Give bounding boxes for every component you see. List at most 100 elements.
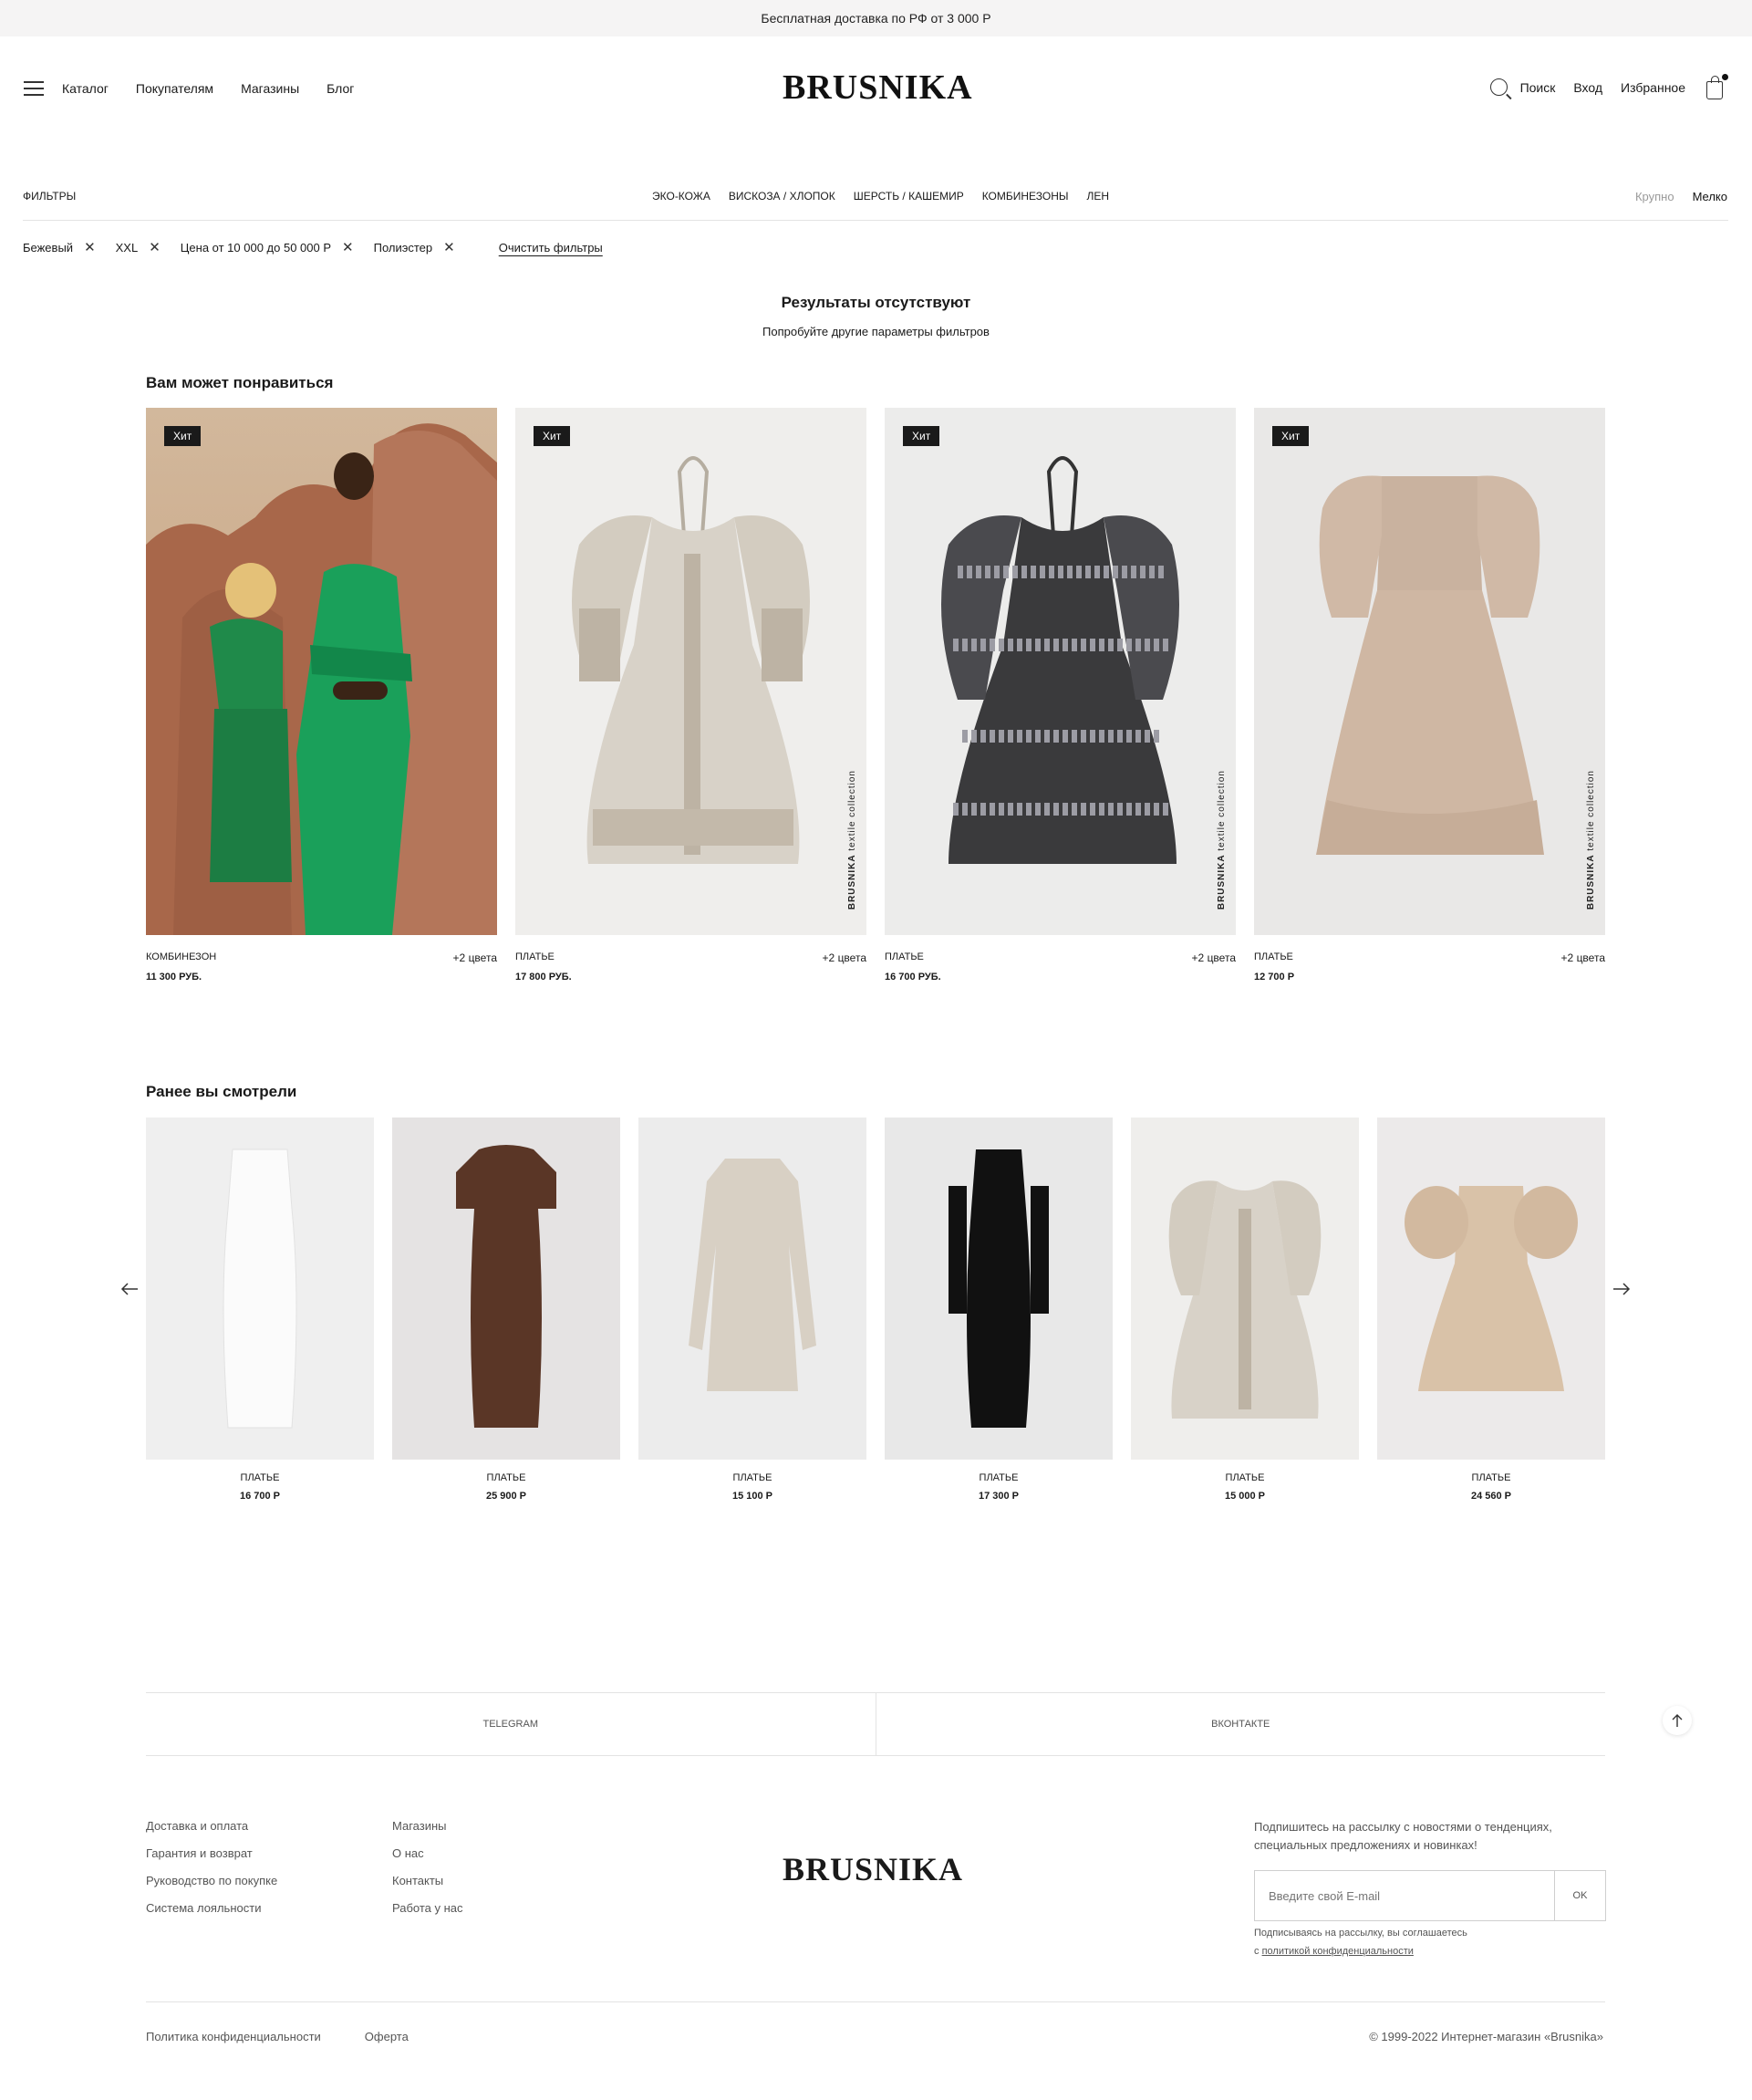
footer-link[interactable]: О нас	[392, 1846, 463, 1860]
brand-mark-name: BRUSNIKA	[1217, 854, 1227, 910]
nav-catalog[interactable]: Каталог	[62, 81, 109, 96]
product-price: 24 560 Р	[1470, 1491, 1512, 1502]
product-type: КОМБИНЕЗОН	[146, 951, 217, 962]
category-jumpsuits[interactable]: КОМБИНЕЗОНЫ	[982, 190, 1069, 203]
category-linen[interactable]: ЛЕН	[1087, 190, 1110, 203]
category-eco-leather[interactable]: ЭКО-КОЖА	[652, 190, 710, 203]
category-viscose-cotton[interactable]: ВИСКОЗА / ХЛОПОК	[729, 190, 835, 203]
product-colors[interactable]: +2 цвета	[823, 951, 866, 964]
carousel-next-button[interactable]	[1611, 1278, 1633, 1300]
telegram-link[interactable]: TELEGRAM	[146, 1693, 876, 1755]
product-price: 16 700 РУБ.	[885, 972, 941, 982]
dress-illustration	[1405, 1186, 1578, 1391]
product-card[interactable]: Хит BRUSNIKA textile collection ПЛАТЬЕ +…	[515, 408, 866, 982]
carousel-prev-button[interactable]	[119, 1278, 140, 1300]
close-icon[interactable]: ✕	[342, 239, 354, 255]
product-image[interactable]	[392, 1118, 620, 1460]
product-type: ПЛАТЬЕ	[1471, 1472, 1511, 1483]
footer-link[interactable]: Контакты	[392, 1874, 463, 1887]
menu-icon[interactable]	[24, 81, 44, 96]
viewed-product-card[interactable]: ПЛАТЬЕ 24 560 Р	[1377, 1118, 1605, 1502]
subscribe-button[interactable]: OK	[1554, 1871, 1605, 1920]
vk-link[interactable]: ВКОНТАКТЕ	[876, 1693, 1606, 1755]
footer-link[interactable]: Работа у нас	[392, 1901, 463, 1915]
footer-logo[interactable]: BRUSNIKA	[783, 1850, 963, 1888]
viewed-product-card[interactable]: ПЛАТЬЕ 15 000 Р	[1131, 1118, 1359, 1502]
product-card[interactable]: Хит BRUSNIKA textile collection ПЛАТЬЕ +…	[885, 408, 1236, 982]
product-price: 12 700 Р	[1254, 972, 1295, 982]
product-type: ПЛАТЬЕ	[1225, 1472, 1265, 1483]
product-colors[interactable]: +2 цвета	[1561, 951, 1605, 964]
scroll-top-button[interactable]	[1663, 1706, 1692, 1735]
product-colors[interactable]: +2 цвета	[1192, 951, 1236, 964]
filter-chip-label: Цена от 10 000 до 50 000 Р	[180, 240, 332, 255]
nav-stores[interactable]: Магазины	[241, 81, 299, 96]
product-image[interactable]	[1377, 1118, 1605, 1460]
consent-link-line: с политикой конфиденциальности	[1254, 1943, 1467, 1961]
product-colors[interactable]: +2 цвета	[453, 951, 497, 964]
consent-note: Подписываясь на рассылку, вы соглашаетес…	[1254, 1925, 1467, 1961]
product-type: ПЛАТЬЕ	[979, 1472, 1019, 1483]
product-price: 15 100 Р	[731, 1491, 773, 1502]
viewed-product-card[interactable]: ПЛАТЬЕ 16 700 Р	[146, 1118, 374, 1502]
filter-chip[interactable]: Бежевый ✕	[23, 239, 96, 255]
product-card[interactable]: Хит КОМБИНЕЗОН +2 цвета 11 300 РУБ.	[146, 408, 497, 982]
logo[interactable]: BRUSNIKA	[783, 68, 973, 108]
privacy-policy-link[interactable]: политикой конфиденциальности	[1262, 1946, 1414, 1957]
promo-text: Бесплатная доставка по РФ от 3 000 Р	[761, 11, 991, 26]
view-small[interactable]: Мелко	[1693, 190, 1727, 203]
product-image[interactable]	[638, 1118, 866, 1460]
filter-chip[interactable]: Полиэстер ✕	[374, 239, 455, 255]
clear-filters-button[interactable]: Очистить фильтры	[499, 241, 603, 255]
product-image[interactable]: Хит	[146, 408, 497, 935]
cart-indicator	[1722, 74, 1728, 80]
viewed-product-card[interactable]: ПЛАТЬЕ 25 900 Р	[392, 1118, 620, 1502]
brand-mark: BRUSNIKA textile collection	[847, 770, 857, 910]
close-icon[interactable]: ✕	[443, 239, 455, 255]
filter-chip[interactable]: Цена от 10 000 до 50 000 Р ✕	[181, 239, 354, 255]
product-image[interactable]: Хит BRUSNIKA textile collection	[515, 408, 866, 935]
close-icon[interactable]: ✕	[84, 239, 96, 255]
dress-illustration	[1168, 1180, 1322, 1419]
footer-link[interactable]: Руководство по покупке	[146, 1874, 277, 1887]
recommended-title: Вам может понравиться	[146, 374, 334, 391]
viewed-title: Ранее вы смотрели	[146, 1083, 297, 1100]
product-card[interactable]: Хит BRUSNIKA textile collection ПЛАТЬЕ +…	[1254, 408, 1605, 982]
footer-divider	[146, 2001, 1605, 2002]
filters-divider	[23, 220, 1728, 221]
product-image[interactable]	[885, 1118, 1113, 1460]
filters-toggle[interactable]: ФИЛЬТРЫ	[23, 190, 76, 203]
subscribe-text: Подпишитесь на рассылку с новостями о те…	[1254, 1820, 1552, 1853]
cart-icon[interactable]	[1706, 76, 1723, 99]
viewed-product-card[interactable]: ПЛАТЬЕ 17 300 Р	[885, 1118, 1113, 1502]
offer-link[interactable]: Оферта	[365, 2030, 409, 2043]
product-image[interactable]: Хит BRUSNIKA textile collection	[885, 408, 1236, 935]
filter-chip[interactable]: XXL ✕	[116, 239, 161, 255]
nav-customers[interactable]: Покупателям	[136, 81, 213, 96]
product-meta: ПЛАТЬЕ +2 цвета	[1254, 951, 1605, 964]
brand-mark-name: BRUSNIKA	[1586, 854, 1596, 910]
view-large[interactable]: Крупно	[1635, 190, 1674, 203]
email-input[interactable]	[1255, 1871, 1554, 1920]
privacy-link[interactable]: Политика конфиденциальности	[146, 2030, 321, 2043]
hit-badge: Хит	[164, 426, 202, 446]
footer-link[interactable]: Система лояльности	[146, 1901, 277, 1915]
category-wool-cashmere[interactable]: ШЕРСТЬ / КАШЕМИР	[854, 190, 964, 203]
footer-link[interactable]: Магазины	[392, 1819, 463, 1833]
nav-blog[interactable]: Блог	[327, 81, 354, 96]
favorites-link[interactable]: Избранное	[1621, 80, 1685, 95]
dress-illustration	[572, 456, 810, 864]
login-link[interactable]: Вход	[1573, 80, 1602, 95]
brand-mark-name: BRUSNIKA	[847, 854, 857, 910]
product-image[interactable]	[1131, 1118, 1359, 1460]
product-price: 16 700 Р	[239, 1491, 281, 1502]
viewed-product-card[interactable]: ПЛАТЬЕ 15 100 Р	[638, 1118, 866, 1502]
product-image[interactable]: Хит BRUSNIKA textile collection	[1254, 408, 1605, 935]
close-icon[interactable]: ✕	[149, 239, 161, 255]
search-icon	[1489, 78, 1508, 96]
search-button[interactable]: Поиск	[1489, 78, 1555, 96]
footer-link[interactable]: Гарантия и возврат	[146, 1846, 277, 1860]
product-image[interactable]	[146, 1118, 374, 1460]
brand-mark-sub: textile collection	[1217, 769, 1227, 851]
footer-link[interactable]: Доставка и оплата	[146, 1819, 277, 1833]
